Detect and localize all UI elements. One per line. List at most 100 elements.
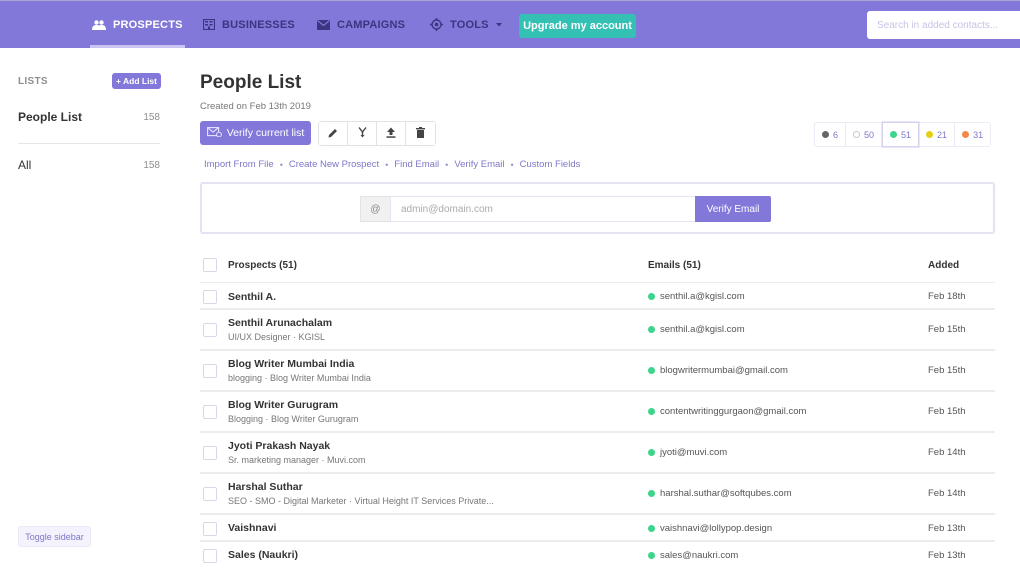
table-row[interactable]: Harshal Suthar SEO - SMO - Digital Marke… bbox=[200, 474, 995, 515]
filter-count: 31 bbox=[973, 129, 984, 140]
prospect-email: senthil.a@kgisl.com bbox=[648, 291, 745, 302]
list-count: 158 bbox=[143, 159, 160, 171]
people-icon bbox=[92, 19, 106, 30]
table-row[interactable]: Senthil A. senthil.a@kgisl.com Feb 18th bbox=[200, 283, 995, 310]
top-nav-bar: PROSPECTS BUSINESSES CAMPAIGNS TOOLS Upg… bbox=[0, 0, 1020, 48]
verify-email-button[interactable]: Verify Email bbox=[695, 196, 771, 222]
nav-tab-label: BUSINESSES bbox=[222, 18, 295, 31]
verify-email-link[interactable]: Verify Email bbox=[454, 159, 504, 170]
prospect-name[interactable]: Vaishnavi bbox=[228, 522, 276, 534]
toggle-sidebar-button[interactable]: Toggle sidebar bbox=[18, 526, 91, 547]
filter-count: 50 bbox=[864, 129, 875, 140]
status-dot-icon bbox=[890, 131, 898, 138]
valid-status-dot-icon bbox=[648, 408, 655, 415]
prospect-name[interactable]: Senthil Arunachalam bbox=[228, 317, 332, 329]
prospect-email: jyoti@muvi.com bbox=[648, 447, 727, 458]
nav-tab-campaigns[interactable]: CAMPAIGNS bbox=[317, 1, 405, 48]
table-row[interactable]: Vaishnavi vaishnavi@lollypop.design Feb … bbox=[200, 515, 995, 542]
sidebar-item-all[interactable]: All 158 bbox=[18, 158, 160, 172]
prospect-name[interactable]: Sales (Naukri) bbox=[228, 549, 298, 561]
added-date: Feb 18th bbox=[928, 291, 966, 302]
prospect-name[interactable]: Blog Writer Mumbai India bbox=[228, 358, 354, 370]
verify-email-input[interactable] bbox=[390, 196, 695, 222]
link-separator: • bbox=[510, 159, 514, 170]
email-text: contentwritinggurgaon@gmail.com bbox=[660, 406, 807, 417]
valid-status-dot-icon bbox=[648, 293, 655, 300]
row-checkbox[interactable] bbox=[203, 364, 217, 378]
export-list-button[interactable] bbox=[377, 122, 406, 145]
delete-icon bbox=[416, 125, 425, 143]
find-email-link[interactable]: Find Email bbox=[394, 159, 439, 170]
import-from-file-link[interactable]: Import From File bbox=[204, 159, 274, 170]
list-count: 158 bbox=[143, 111, 160, 123]
edit-list-button[interactable] bbox=[319, 122, 348, 145]
nav-tab-tools[interactable]: TOOLS bbox=[430, 1, 502, 48]
email-text: blogwritermumbai@gmail.com bbox=[660, 365, 788, 376]
row-checkbox[interactable] bbox=[203, 290, 217, 304]
filter-none[interactable]: 50 bbox=[846, 123, 883, 146]
row-checkbox[interactable] bbox=[203, 522, 217, 536]
column-header-emails: Emails (51) bbox=[648, 260, 701, 271]
envelope-check-icon bbox=[206, 126, 222, 140]
filter-valid[interactable]: 51 bbox=[882, 122, 920, 147]
added-date: Feb 14th bbox=[928, 447, 966, 458]
filter-unknown[interactable]: 6 bbox=[815, 123, 847, 146]
row-checkbox[interactable] bbox=[203, 487, 217, 501]
prospect-name[interactable]: Blog Writer Gurugram bbox=[228, 399, 338, 411]
prospect-name[interactable]: Senthil A. bbox=[228, 291, 276, 303]
merge-icon bbox=[357, 125, 367, 143]
nav-tab-label: TOOLS bbox=[450, 18, 489, 31]
prospect-email: senthil.a@kgisl.com bbox=[648, 324, 745, 335]
added-date: Feb 15th bbox=[928, 365, 966, 376]
row-checkbox[interactable] bbox=[203, 405, 217, 419]
table-row[interactable]: Blog Writer Gurugram Blogging · Blog Wri… bbox=[200, 392, 995, 433]
export-icon bbox=[386, 125, 396, 143]
table-row[interactable]: Jyoti Prakash Nayak Sr. marketing manage… bbox=[200, 433, 995, 474]
row-checkbox[interactable] bbox=[203, 549, 217, 563]
sidebar-item-people-list[interactable]: People List 158 bbox=[18, 110, 160, 124]
filter-count: 51 bbox=[901, 129, 912, 140]
caret-down-icon bbox=[495, 22, 502, 27]
prospect-email: harshal.suthar@softqubes.com bbox=[648, 488, 792, 499]
column-header-prospects: Prospects (51) bbox=[228, 260, 297, 271]
status-dot-icon bbox=[926, 131, 934, 138]
email-text: senthil.a@kgisl.com bbox=[660, 291, 745, 302]
added-date: Feb 15th bbox=[928, 406, 966, 417]
table-row[interactable]: Sales (Naukri) sales@naukri.com Feb 13th bbox=[200, 542, 995, 569]
prospect-email: contentwritinggurgaon@gmail.com bbox=[648, 406, 806, 417]
delete-list-button[interactable] bbox=[406, 122, 435, 145]
row-checkbox[interactable] bbox=[203, 323, 217, 337]
prospect-subtitle: blogging · Blog Writer Mumbai India bbox=[228, 373, 371, 383]
select-all-checkbox[interactable] bbox=[203, 258, 217, 272]
column-header-added: Added bbox=[928, 260, 960, 271]
valid-status-dot-icon bbox=[648, 367, 655, 374]
nav-tab-label: CAMPAIGNS bbox=[337, 18, 406, 31]
search-contacts-input[interactable] bbox=[867, 11, 1020, 39]
merge-list-button[interactable] bbox=[348, 122, 377, 145]
created-date: Created on Feb 13th 2019 bbox=[200, 101, 311, 112]
prospect-name[interactable]: Harshal Suthar bbox=[228, 481, 303, 493]
add-list-button[interactable]: + Add List bbox=[112, 73, 161, 89]
nav-tab-businesses[interactable]: BUSINESSES bbox=[203, 1, 295, 48]
custom-fields-link[interactable]: Custom Fields bbox=[520, 159, 581, 170]
create-new-prospect-link[interactable]: Create New Prospect bbox=[289, 159, 379, 170]
prospect-email: blogwritermumbai@gmail.com bbox=[648, 365, 788, 376]
table-row[interactable]: Blog Writer Mumbai India blogging · Blog… bbox=[200, 351, 995, 392]
table-row[interactable]: Senthil Arunachalam UI/UX Designer · KGI… bbox=[200, 310, 995, 351]
verify-email-panel: @ Verify Email bbox=[200, 182, 995, 234]
prospect-name[interactable]: Jyoti Prakash Nayak bbox=[228, 440, 330, 452]
nav-tab-label: PROSPECTS bbox=[113, 18, 183, 31]
filter-count: 6 bbox=[833, 129, 839, 140]
prospect-email: vaishnavi@lollypop.design bbox=[648, 523, 772, 534]
valid-status-dot-icon bbox=[648, 490, 655, 497]
row-checkbox[interactable] bbox=[203, 446, 217, 460]
filter-risky[interactable]: 21 bbox=[919, 123, 956, 146]
email-status-filters: 6 50 51 21 31 bbox=[814, 122, 992, 147]
upgrade-account-button[interactable]: Upgrade my account bbox=[519, 14, 636, 38]
filter-invalid[interactable]: 31 bbox=[955, 123, 990, 146]
email-text: sales@naukri.com bbox=[660, 550, 739, 561]
nav-tab-prospects[interactable]: PROSPECTS bbox=[90, 1, 185, 48]
prospect-subtitle: Blogging · Blog Writer Gurugram bbox=[228, 414, 359, 424]
verify-current-list-button[interactable]: Verify current list bbox=[200, 121, 311, 145]
added-date: Feb 14th bbox=[928, 488, 966, 499]
